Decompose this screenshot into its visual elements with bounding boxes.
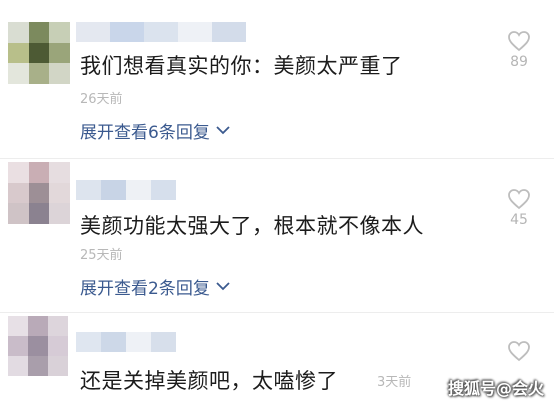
avatar-pixel [8,22,29,43]
avatar-pixel [48,316,68,336]
avatar-pixel [49,22,70,43]
avatar-pixel [8,316,28,336]
username-blur-block [212,22,246,42]
chevron-down-icon [216,126,230,135]
avatar[interactable] [8,316,68,376]
avatar-pixel [48,356,68,376]
username[interactable] [76,180,176,200]
username-blur-block [76,180,101,200]
username-blur-block [178,22,212,42]
avatar-pixel [28,63,50,84]
username-blur-block [76,332,101,352]
comment-time: 3天前 [377,375,412,390]
avatar-pixel [28,203,50,224]
divider [0,312,554,313]
username[interactable] [76,22,246,42]
avatar-pixel [48,336,68,356]
avatar-pixel [49,42,70,64]
heart-icon [508,189,530,210]
expand-replies-label: 展开查看6条回复 [80,123,210,143]
like-count: 89 [510,54,528,70]
avatar-pixel [8,42,29,64]
like-button[interactable]: 45 [499,188,539,228]
username-blur-block [126,180,151,200]
avatar-pixel [28,182,50,204]
username-blur-block [76,22,110,42]
comment-text: 美颜功能太强大了，根本就不像本人 [80,214,424,238]
username-blur-block [126,332,151,352]
avatar-pixel [28,162,50,183]
avatar-pixel [8,203,29,224]
expand-replies-label: 展开查看2条回复 [80,279,210,299]
username-blur-block [144,22,178,42]
avatar-pixel [49,182,70,204]
expand-replies-button[interactable]: 展开查看6条回复 [80,118,230,143]
avatar-pixel [28,336,48,356]
comment-text: 还是关掉美颜吧，太嗑惨了 [80,369,338,393]
avatar-pixel [8,182,29,204]
avatar-pixel [8,336,28,356]
avatar-pixel [49,63,70,84]
avatar-pixel [28,22,50,43]
username-blur-block [101,180,126,200]
watermark: 搜狐号@会火 [448,379,545,398]
like-button[interactable] [499,340,539,362]
avatar-pixel [8,356,28,376]
heart-icon [508,341,530,362]
avatar[interactable] [8,22,70,84]
avatar-pixel [8,63,29,84]
username-blur-block [151,180,176,200]
username-blur-block [101,332,126,352]
avatar-pixel [49,162,70,183]
comment-time: 25天前 [80,248,123,263]
username-blur-block [110,22,144,42]
avatar-pixel [28,42,50,64]
comment-time: 26天前 [80,92,123,107]
avatar-pixel [8,162,29,183]
avatar-pixel [28,316,48,336]
like-count: 45 [510,212,528,228]
username-blur-block [151,332,176,352]
username[interactable] [76,332,176,352]
chevron-down-icon [216,282,230,291]
avatar-pixel [49,203,70,224]
comment-text: 我们想看真实的你：美颜太严重了 [80,54,403,78]
divider [0,158,554,159]
heart-icon [508,31,530,52]
avatar-pixel [28,356,48,376]
like-button[interactable]: 89 [499,30,539,70]
expand-replies-button[interactable]: 展开查看2条回复 [80,274,230,299]
avatar[interactable] [8,162,70,224]
